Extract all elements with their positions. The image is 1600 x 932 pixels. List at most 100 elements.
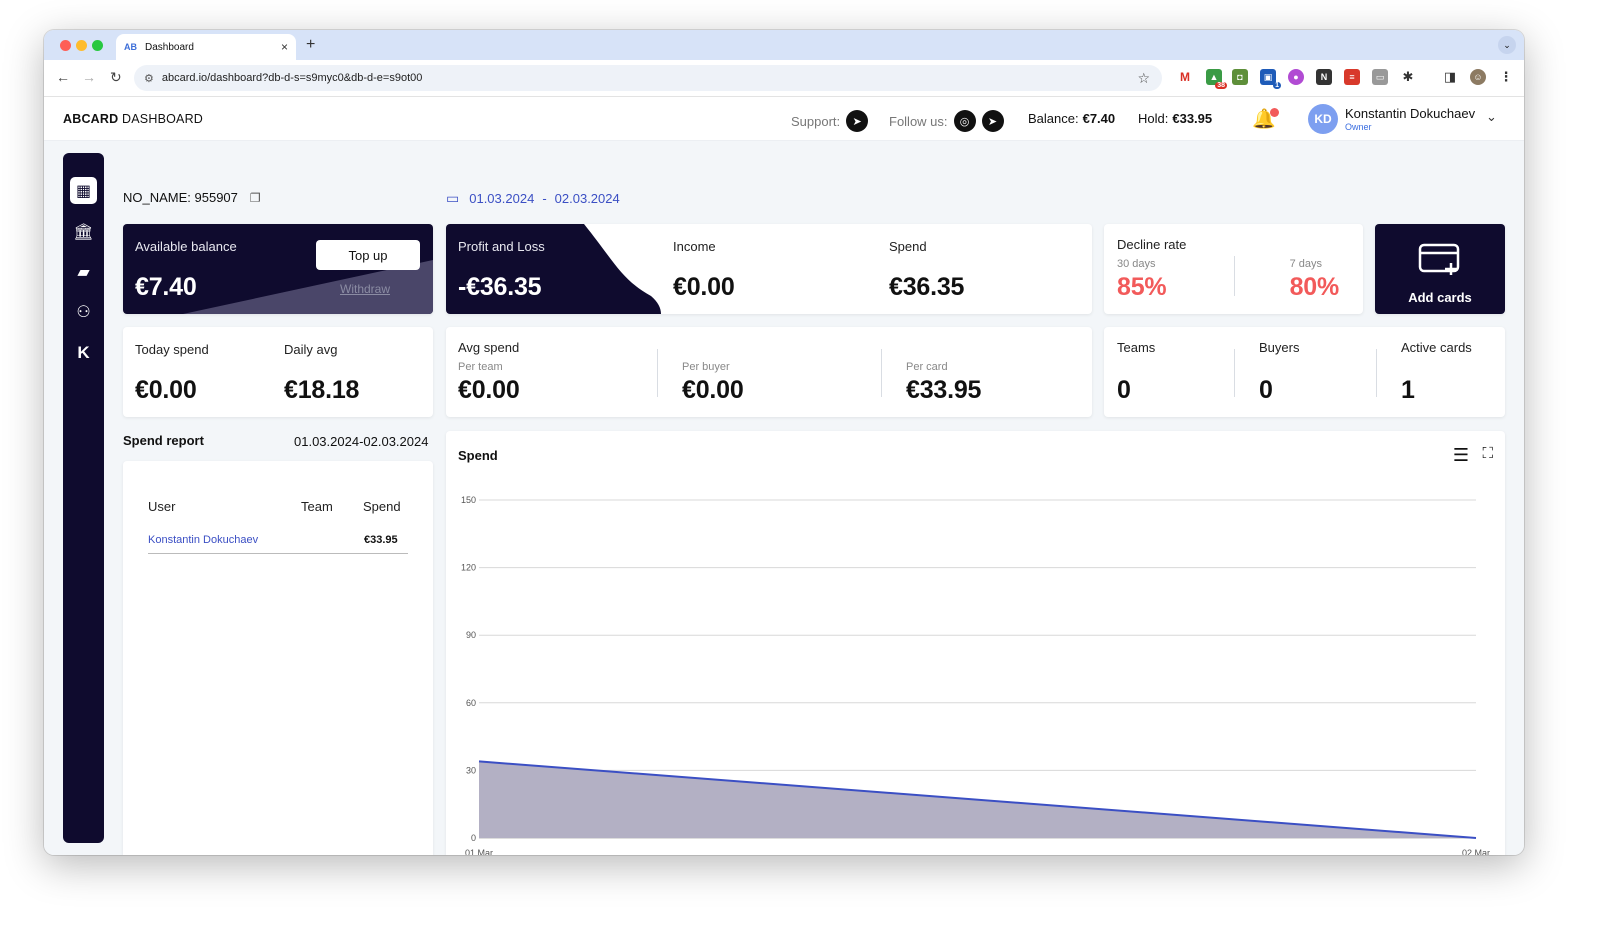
hold-label: Hold:	[1138, 111, 1169, 126]
divider	[1376, 349, 1377, 397]
extension-icon[interactable]: ▲ 38	[1206, 69, 1227, 89]
extension-icon[interactable]: ▣ 1	[1260, 69, 1281, 89]
balance-card: Available balance €7.40 Top up Withdraw	[123, 224, 433, 314]
table-row-user-link[interactable]: Konstantin Dokuchaev	[148, 534, 258, 546]
chevron-down-icon[interactable]: ⌄	[1486, 109, 1497, 125]
pnl-card: Profit and Loss -€36.35 Income €0.00 Spe…	[446, 224, 1092, 314]
column-header-user[interactable]: User	[148, 499, 175, 514]
team-icon[interactable]: ⚇	[70, 298, 97, 325]
spend-report-title: Spend report	[123, 433, 204, 448]
reload-icon[interactable]: ↻	[110, 69, 122, 86]
forward-arrow-icon[interactable]: →	[82, 69, 96, 85]
header-balance: Balance: €7.40	[1028, 111, 1115, 126]
add-card-icon	[1418, 243, 1460, 275]
instagram-icon[interactable]: ◎	[953, 110, 976, 132]
top-navbar: ABCARD DASHBOARD Support: ➤ Follow us: ◎…	[44, 97, 1524, 141]
add-cards-button[interactable]: Add cards	[1375, 224, 1505, 314]
notifications-bell-icon[interactable]: 🔔	[1252, 107, 1279, 131]
telegram-support-icon[interactable]: ➤	[846, 110, 869, 132]
balance-label: Balance:	[1028, 111, 1079, 126]
extension-icon[interactable]: ≡	[1344, 69, 1360, 85]
maximize-window-button[interactable]	[92, 40, 103, 51]
withdraw-link[interactable]: Withdraw	[340, 282, 390, 296]
decline-30-value: 85%	[1117, 273, 1167, 301]
bank-icon[interactable]: 🏛	[70, 218, 97, 245]
counts-card: Teams 0 Buyers 0 Active cards 1	[1104, 327, 1505, 417]
logo-bold: ABCARD	[63, 112, 119, 126]
pnl-dark-shape	[446, 224, 661, 314]
today-spend-card: Today spend €0.00 Daily avg €18.18	[123, 327, 433, 417]
app-logo[interactable]: ABCARD DASHBOARD	[63, 112, 203, 126]
browser-menu-icon[interactable]: ⋮	[1498, 69, 1514, 85]
abcard-favicon-icon: AB	[124, 42, 137, 52]
profile-avatar-icon[interactable]: ☺	[1470, 69, 1486, 85]
extension-icon[interactable]: ●	[1288, 69, 1304, 85]
copy-icon[interactable]: ❐	[250, 191, 261, 205]
per-buyer-value: €0.00	[682, 376, 744, 404]
telegram-icon[interactable]: ➤	[981, 110, 1004, 132]
calendar-icon: ▭	[446, 190, 460, 206]
browser-tab-bar: AB Dashboard × + ⌄	[44, 30, 1524, 60]
extension-icon[interactable]: ▭	[1372, 69, 1388, 85]
divider	[1234, 349, 1235, 397]
puzzle-extensions-icon[interactable]: ✱	[1400, 69, 1416, 85]
extension-icon[interactable]: ◘	[1232, 69, 1248, 85]
wallet-icon[interactable]: ▰	[70, 258, 97, 285]
spend-report-range: 01.03.2024-02.03.2024	[294, 434, 429, 449]
minimize-window-button[interactable]	[76, 40, 87, 51]
user-name[interactable]: Konstantin Dokuchaev	[1345, 106, 1475, 121]
header-hold: Hold: €33.95	[1138, 111, 1212, 126]
dashboard-page: ABCARD DASHBOARD Support: ➤ Follow us: ◎…	[44, 97, 1524, 855]
extension-badge: 1	[1273, 82, 1281, 89]
account-id: NO_NAME: 955907 ❐	[123, 190, 261, 205]
k-logo-icon[interactable]: K	[70, 339, 97, 366]
active-cards-value: 1	[1401, 376, 1415, 404]
new-tab-button[interactable]: +	[306, 36, 315, 54]
per-card-value: €33.95	[906, 376, 982, 404]
close-window-button[interactable]	[60, 40, 71, 51]
add-cards-label: Add cards	[1408, 290, 1472, 305]
sidebar: ▦ 🏛 ▰ ⚇ K	[63, 153, 104, 843]
user-avatar[interactable]: KD	[1308, 104, 1338, 134]
browser-tab[interactable]: AB Dashboard ×	[116, 34, 296, 60]
back-arrow-icon[interactable]: ←	[56, 69, 70, 85]
bookmark-star-icon[interactable]: ☆	[1137, 70, 1150, 87]
divider	[657, 349, 658, 397]
site-info-icon[interactable]: ⚙	[144, 72, 154, 85]
column-header-spend[interactable]: Spend	[363, 499, 401, 514]
notion-extension-icon[interactable]: N	[1316, 69, 1332, 85]
daily-avg-value: €18.18	[284, 376, 360, 404]
y-tick-label: 0	[471, 833, 476, 843]
date-separator: -	[542, 191, 547, 206]
y-tick-label: 90	[466, 630, 476, 640]
y-tick-label: 60	[466, 698, 476, 708]
balance-card-label: Available balance	[135, 239, 237, 254]
follow-section: Follow us: ◎ ➤	[889, 110, 1004, 132]
active-cards-label: Active cards	[1401, 340, 1472, 355]
hold-value: €33.95	[1172, 111, 1213, 126]
dashboard-icon[interactable]: ▦	[70, 177, 97, 204]
address-bar[interactable]: ⚙ abcard.io/dashboard?db-d-s=s9myc0&db-d…	[134, 65, 1162, 91]
daily-avg-label: Daily avg	[284, 342, 338, 357]
per-team-label: Per team	[458, 361, 503, 373]
browser-toolbar: ← → ↻ ⚙ abcard.io/dashboard?db-d-s=s9myc…	[44, 60, 1524, 97]
date-range-picker[interactable]: ▭ 01.03.2024 - 02.03.2024	[446, 190, 620, 207]
divider	[881, 349, 882, 397]
follow-label: Follow us:	[889, 113, 948, 129]
column-header-team[interactable]: Team	[301, 499, 333, 514]
today-spend-label: Today spend	[135, 342, 209, 357]
account-name: NO_NAME: 955907	[123, 190, 238, 205]
top-up-button[interactable]: Top up	[316, 240, 420, 270]
gmail-extension-icon[interactable]: M	[1177, 69, 1193, 85]
side-panel-icon[interactable]: ◨	[1442, 69, 1458, 85]
close-tab-icon[interactable]: ×	[281, 40, 288, 54]
tab-search-chevron-icon[interactable]: ⌄	[1498, 36, 1516, 54]
balance-card-value: €7.40	[135, 273, 197, 301]
spend-chart-card: Spend ☰ ⛶ 0 30 60 90 120 150 01 Mar 02 Mar	[446, 431, 1505, 855]
url-text: abcard.io/dashboard?db-d-s=s9myc0&db-d-e…	[161, 72, 423, 84]
notification-dot	[1269, 108, 1279, 117]
y-tick-label: 120	[461, 563, 476, 573]
income-value: €0.00	[673, 273, 735, 301]
decline-30-label: 30 days	[1117, 258, 1156, 270]
today-spend-value: €0.00	[135, 376, 197, 404]
